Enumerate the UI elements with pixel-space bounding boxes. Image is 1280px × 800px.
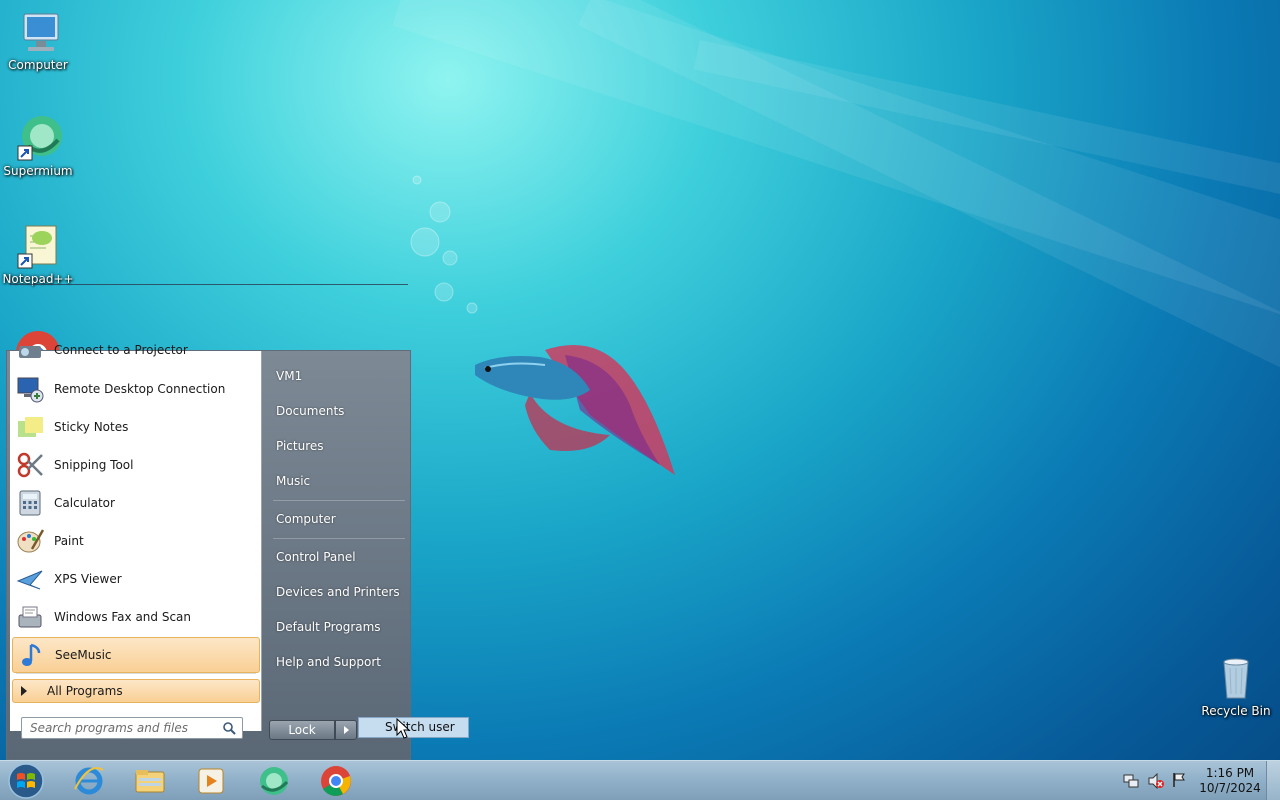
start-item-label: Paint — [54, 534, 84, 548]
media-player-icon — [198, 768, 224, 794]
desktop-icon-computer[interactable]: Computer — [2, 8, 74, 72]
start-search-input[interactable]: Search programs and files — [21, 717, 243, 739]
start-item-seemusic[interactable]: SeeMusic — [12, 637, 260, 673]
network-icon[interactable] — [1123, 773, 1139, 789]
start-menu: Connect to a Projector Remote Desktop Co… — [6, 343, 411, 761]
projector-icon — [14, 335, 46, 365]
start-item-calculator[interactable]: Calculator — [12, 485, 260, 521]
all-programs-button[interactable]: All Programs — [12, 679, 260, 703]
search-placeholder: Search programs and files — [30, 721, 188, 735]
supermium-icon — [260, 767, 289, 795]
places-separator — [273, 500, 405, 501]
system-tray — [1120, 761, 1190, 800]
place-help-support[interactable]: Help and Support — [276, 655, 381, 669]
taskbar-file-explorer[interactable] — [133, 764, 167, 798]
start-item-xps-viewer[interactable]: XPS Viewer — [12, 561, 260, 597]
start-item-label: Calculator — [54, 496, 115, 510]
desktop-icon-label: Computer — [8, 58, 68, 72]
search-icon — [223, 722, 236, 735]
start-item-label: Snipping Tool — [54, 458, 134, 472]
taskbar-supermium[interactable] — [257, 764, 291, 798]
show-desktop-button[interactable] — [1266, 761, 1280, 800]
sticky-notes-icon — [14, 411, 46, 443]
fax-icon — [14, 601, 46, 633]
triangle-right-icon — [21, 686, 27, 696]
place-devices-printers[interactable]: Devices and Printers — [276, 585, 400, 599]
supermium-icon — [14, 114, 62, 162]
start-item-paint[interactable]: Paint — [12, 523, 260, 559]
drag-divider-line — [10, 284, 408, 285]
start-menu-programs-pane: Connect to a Projector Remote Desktop Co… — [10, 343, 262, 731]
computer-icon — [14, 8, 62, 56]
windows-logo-icon — [8, 763, 44, 799]
chrome-icon — [321, 766, 351, 796]
place-pictures[interactable]: Pictures — [276, 439, 324, 453]
start-item-label: Connect to a Projector — [54, 343, 188, 357]
start-item-connect-to-projector[interactable]: Connect to a Projector — [12, 335, 260, 365]
start-item-fax-scan[interactable]: Windows Fax and Scan — [12, 599, 260, 635]
file-explorer-icon — [135, 770, 165, 793]
clock-date: 10/7/2024 — [1199, 781, 1261, 795]
start-item-label: Remote Desktop Connection — [54, 382, 226, 396]
volume-muted-icon[interactable] — [1147, 773, 1165, 789]
start-button[interactable] — [6, 762, 46, 800]
taskbar-internet-explorer[interactable] — [72, 764, 106, 798]
desktop-icon-label: Recycle Bin — [1201, 704, 1271, 718]
start-item-label: SeeMusic — [55, 648, 112, 662]
lock-button[interactable]: Lock — [269, 720, 335, 740]
paint-palette-icon — [14, 525, 46, 557]
start-item-sticky-notes[interactable]: Sticky Notes — [12, 409, 260, 445]
place-documents[interactable]: Documents — [276, 404, 344, 418]
start-menu-places-pane: VM1 Documents Pictures Music Computer Co… — [263, 351, 411, 761]
start-item-snipping-tool[interactable]: Snipping Tool — [12, 447, 260, 483]
taskbar-media-player[interactable] — [194, 764, 228, 798]
place-music[interactable]: Music — [276, 474, 310, 488]
desktop-icon-label: Supermium — [3, 164, 73, 178]
switch-user-menu-item[interactable]: Switch user — [358, 717, 469, 738]
triangle-right-icon — [343, 726, 349, 734]
taskbar: 1:16 PM 10/7/2024 — [0, 760, 1280, 800]
start-search-area: Search programs and files — [7, 705, 259, 761]
bubbles-decoration — [410, 175, 478, 314]
start-item-remote-desktop[interactable]: Remote Desktop Connection — [12, 371, 260, 407]
desktop-icon-recycle-bin[interactable]: Recycle Bin — [1200, 654, 1272, 718]
xps-viewer-icon — [14, 563, 46, 595]
places-separator — [273, 538, 405, 539]
notepadplusplus-icon — [14, 222, 62, 270]
taskbar-clock[interactable]: 1:16 PM 10/7/2024 — [1196, 766, 1264, 796]
scissors-icon — [14, 449, 46, 481]
desktop-icon-notepadplusplus[interactable]: Notepad++ — [2, 222, 74, 286]
action-center-flag-icon[interactable] — [1171, 772, 1187, 788]
all-programs-label: All Programs — [47, 684, 123, 698]
recycle-bin-icon — [1212, 654, 1260, 702]
place-default-programs[interactable]: Default Programs — [276, 620, 381, 634]
start-item-label: XPS Viewer — [54, 572, 122, 586]
place-computer[interactable]: Computer — [276, 512, 336, 526]
desktop-icon-supermium[interactable]: Supermium — [2, 114, 74, 178]
programs-separator — [16, 673, 256, 674]
clock-time: 1:16 PM — [1205, 766, 1255, 780]
calculator-icon — [14, 487, 46, 519]
remote-desktop-icon — [14, 373, 46, 405]
place-vm1[interactable]: VM1 — [276, 369, 302, 383]
place-control-panel[interactable]: Control Panel — [276, 550, 356, 564]
betta-fish-wallpaper — [475, 345, 675, 475]
taskbar-chrome[interactable] — [319, 764, 353, 798]
start-item-label: Windows Fax and Scan — [54, 610, 192, 624]
music-note-icon — [15, 639, 47, 671]
shutdown-options-button[interactable] — [335, 720, 357, 740]
internet-explorer-icon — [74, 767, 104, 795]
start-item-label: Sticky Notes — [54, 420, 129, 434]
mouse-cursor-icon — [396, 718, 410, 739]
